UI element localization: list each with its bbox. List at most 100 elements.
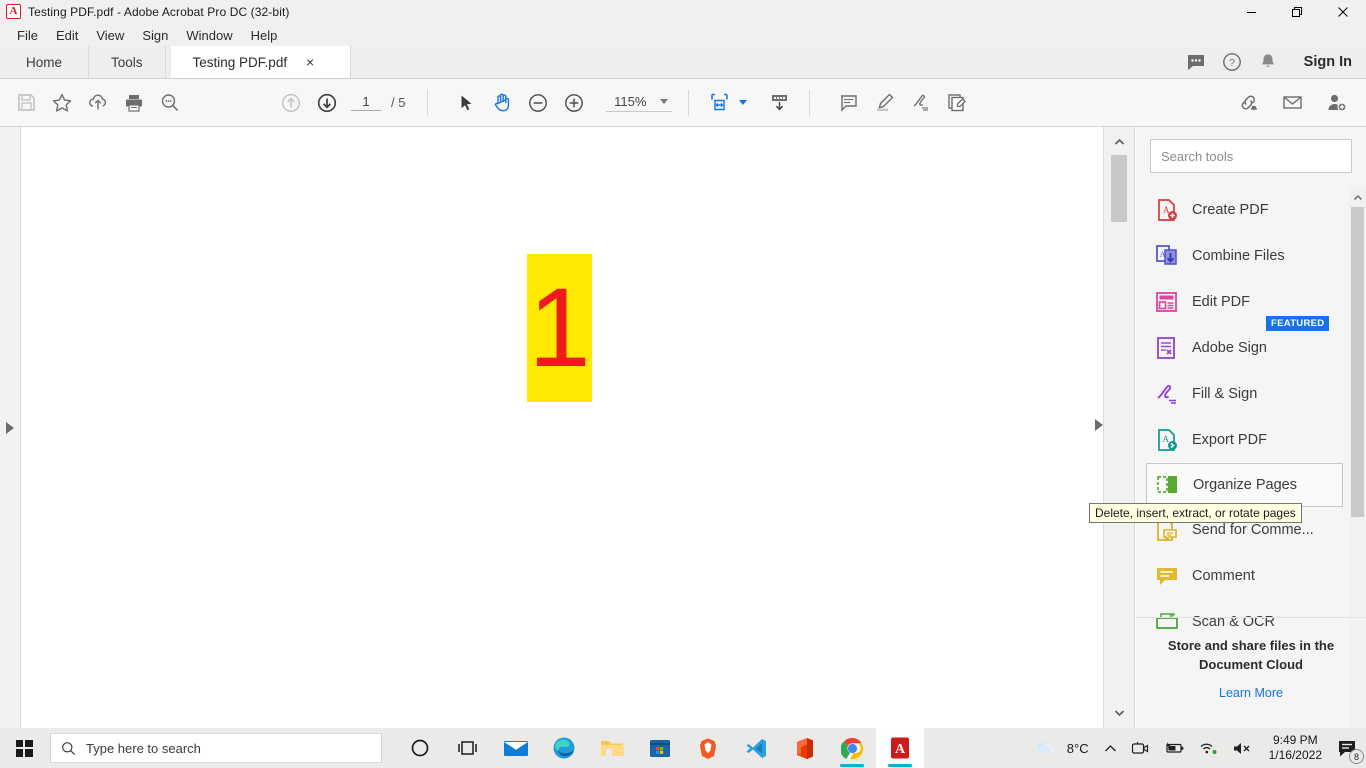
edit-pdf-icon	[1154, 289, 1180, 315]
page-scroll-icon[interactable]	[761, 85, 797, 121]
tool-label: Send for Comme...	[1192, 522, 1314, 538]
comment-icon[interactable]	[830, 85, 866, 121]
tool-item-comment[interactable]: Comment	[1136, 553, 1351, 599]
minimize-button[interactable]	[1228, 0, 1274, 24]
taskbar-apps: A	[396, 728, 924, 768]
weather-temperature: 8°C	[1066, 740, 1089, 756]
document-scrollbar[interactable]	[1103, 127, 1134, 728]
zoom-out-icon[interactable]	[520, 85, 556, 121]
bell-icon[interactable]	[1258, 52, 1278, 72]
scrollbar-thumb[interactable]	[1111, 155, 1127, 222]
tool-item-create-pdf[interactable]: A Create PDF	[1136, 187, 1351, 233]
menu-view[interactable]: View	[87, 25, 133, 46]
tools-scroll-up-icon[interactable]	[1349, 189, 1366, 205]
comment-tool-icon	[1154, 563, 1180, 589]
menu-edit[interactable]: Edit	[47, 25, 87, 46]
toolbar-separator-2	[688, 89, 690, 116]
vs-code-icon[interactable]	[732, 728, 780, 768]
search-zoom-icon[interactable]	[152, 85, 188, 121]
fit-page-icon[interactable]	[701, 85, 737, 121]
tab-document[interactable]: Testing PDF.pdf ×	[170, 46, 351, 78]
taskbar-search-placeholder: Type here to search	[86, 740, 201, 756]
tool-item-fill-and-sign[interactable]: Fill & Sign	[1136, 371, 1351, 417]
learn-more-link[interactable]: Learn More	[1219, 686, 1283, 700]
clock-time: 9:49 PM	[1272, 733, 1318, 747]
svg-text:A: A	[895, 742, 906, 757]
brave-icon[interactable]	[684, 728, 732, 768]
tab-document-label: Testing PDF.pdf	[192, 54, 288, 70]
scroll-up-icon[interactable]	[1104, 133, 1135, 151]
cortana-icon[interactable]	[396, 728, 444, 768]
microsoft-store-icon[interactable]	[636, 728, 684, 768]
tool-item-organize-pages[interactable]: Organize Pages	[1146, 463, 1343, 507]
menu-file[interactable]: File	[8, 25, 47, 46]
menu-help[interactable]: Help	[242, 25, 287, 46]
office-icon[interactable]	[780, 728, 828, 768]
camera-icon[interactable]	[1124, 728, 1156, 768]
page-number-input[interactable]	[351, 94, 381, 111]
sign-pen-icon[interactable]	[902, 85, 938, 121]
edge-icon[interactable]	[540, 728, 588, 768]
zoom-level-value: 115%	[614, 93, 647, 109]
close-button[interactable]	[1320, 0, 1366, 24]
tool-label: Export PDF	[1192, 432, 1267, 448]
zoom-level-selector[interactable]: 115%	[606, 93, 673, 112]
task-view-icon[interactable]	[444, 728, 492, 768]
help-circle-icon[interactable]: ?	[1222, 52, 1242, 72]
chrome-icon[interactable]	[828, 728, 876, 768]
taskbar-clock[interactable]: 9:49 PM 1/16/2022	[1259, 728, 1332, 768]
volume-muted-icon[interactable]	[1225, 728, 1259, 768]
link-share-icon[interactable]	[1230, 85, 1266, 121]
restore-button[interactable]	[1274, 0, 1320, 24]
mail-icon[interactable]	[492, 728, 540, 768]
file-explorer-icon[interactable]	[588, 728, 636, 768]
search-tools-wrapper	[1136, 127, 1366, 181]
tab-home[interactable]: Home	[0, 46, 90, 78]
weather-icon[interactable]	[1027, 728, 1063, 768]
windows-taskbar: Type here to search A 8°C 9:49 PM 1/16/2…	[0, 728, 1366, 768]
taskbar-search-input[interactable]: Type here to search	[50, 733, 382, 763]
fit-page-dropdown-icon[interactable]	[739, 100, 748, 105]
menu-sign[interactable]: Sign	[133, 25, 177, 46]
zoom-in-icon[interactable]	[556, 85, 592, 121]
save-icon[interactable]	[8, 85, 44, 121]
highlighter-icon[interactable]	[866, 85, 902, 121]
export-pdf-icon: A	[1154, 427, 1180, 453]
email-icon[interactable]	[1274, 85, 1310, 121]
chat-bubble-icon[interactable]	[1186, 52, 1206, 72]
edit-page-icon[interactable]	[938, 85, 974, 121]
clock-date: 1/16/2022	[1268, 748, 1322, 762]
sign-in-button[interactable]: Sign In	[1304, 54, 1352, 70]
tool-label: Fill & Sign	[1192, 386, 1258, 402]
search-icon	[62, 741, 76, 755]
tab-tools[interactable]: Tools	[89, 46, 166, 78]
chevron-up-icon[interactable]	[1097, 728, 1124, 768]
cloud-upload-icon[interactable]	[80, 85, 116, 121]
tool-item-adobe-sign[interactable]: Adobe Sign FEATURED	[1136, 316, 1351, 371]
tool-item-export-pdf[interactable]: A Export PDF	[1136, 417, 1351, 463]
tool-item-combine-files[interactable]: A Combine Files	[1136, 233, 1351, 279]
pdf-page-canvas[interactable]: 1	[21, 127, 1103, 728]
page-total-label: / 5	[391, 95, 406, 110]
star-icon[interactable]	[44, 85, 80, 121]
left-panel-toggle[interactable]	[0, 127, 21, 728]
cursor-arrow-icon[interactable]	[448, 85, 484, 121]
tools-scrollbar-thumb[interactable]	[1351, 207, 1364, 517]
print-icon[interactable]	[116, 85, 152, 121]
next-page-button[interactable]	[309, 85, 345, 121]
hand-icon[interactable]	[484, 85, 520, 121]
search-tools-input[interactable]	[1150, 139, 1352, 173]
menu-window[interactable]: Window	[177, 25, 241, 46]
expand-right-panel-icon[interactable]	[1095, 419, 1103, 431]
previous-page-button[interactable]	[273, 85, 309, 121]
wifi-icon[interactable]	[1192, 728, 1225, 768]
acrobat-icon[interactable]: A	[876, 728, 924, 768]
add-person-icon[interactable]	[1318, 85, 1354, 121]
scroll-down-icon[interactable]	[1104, 704, 1135, 722]
close-icon[interactable]: ×	[301, 53, 319, 71]
battery-icon[interactable]	[1156, 728, 1192, 768]
fill-and-sign-icon	[1154, 381, 1180, 407]
svg-text:A: A	[1163, 434, 1170, 444]
notification-center-icon[interactable]: 8	[1332, 728, 1364, 768]
windows-start-icon[interactable]	[0, 728, 48, 768]
